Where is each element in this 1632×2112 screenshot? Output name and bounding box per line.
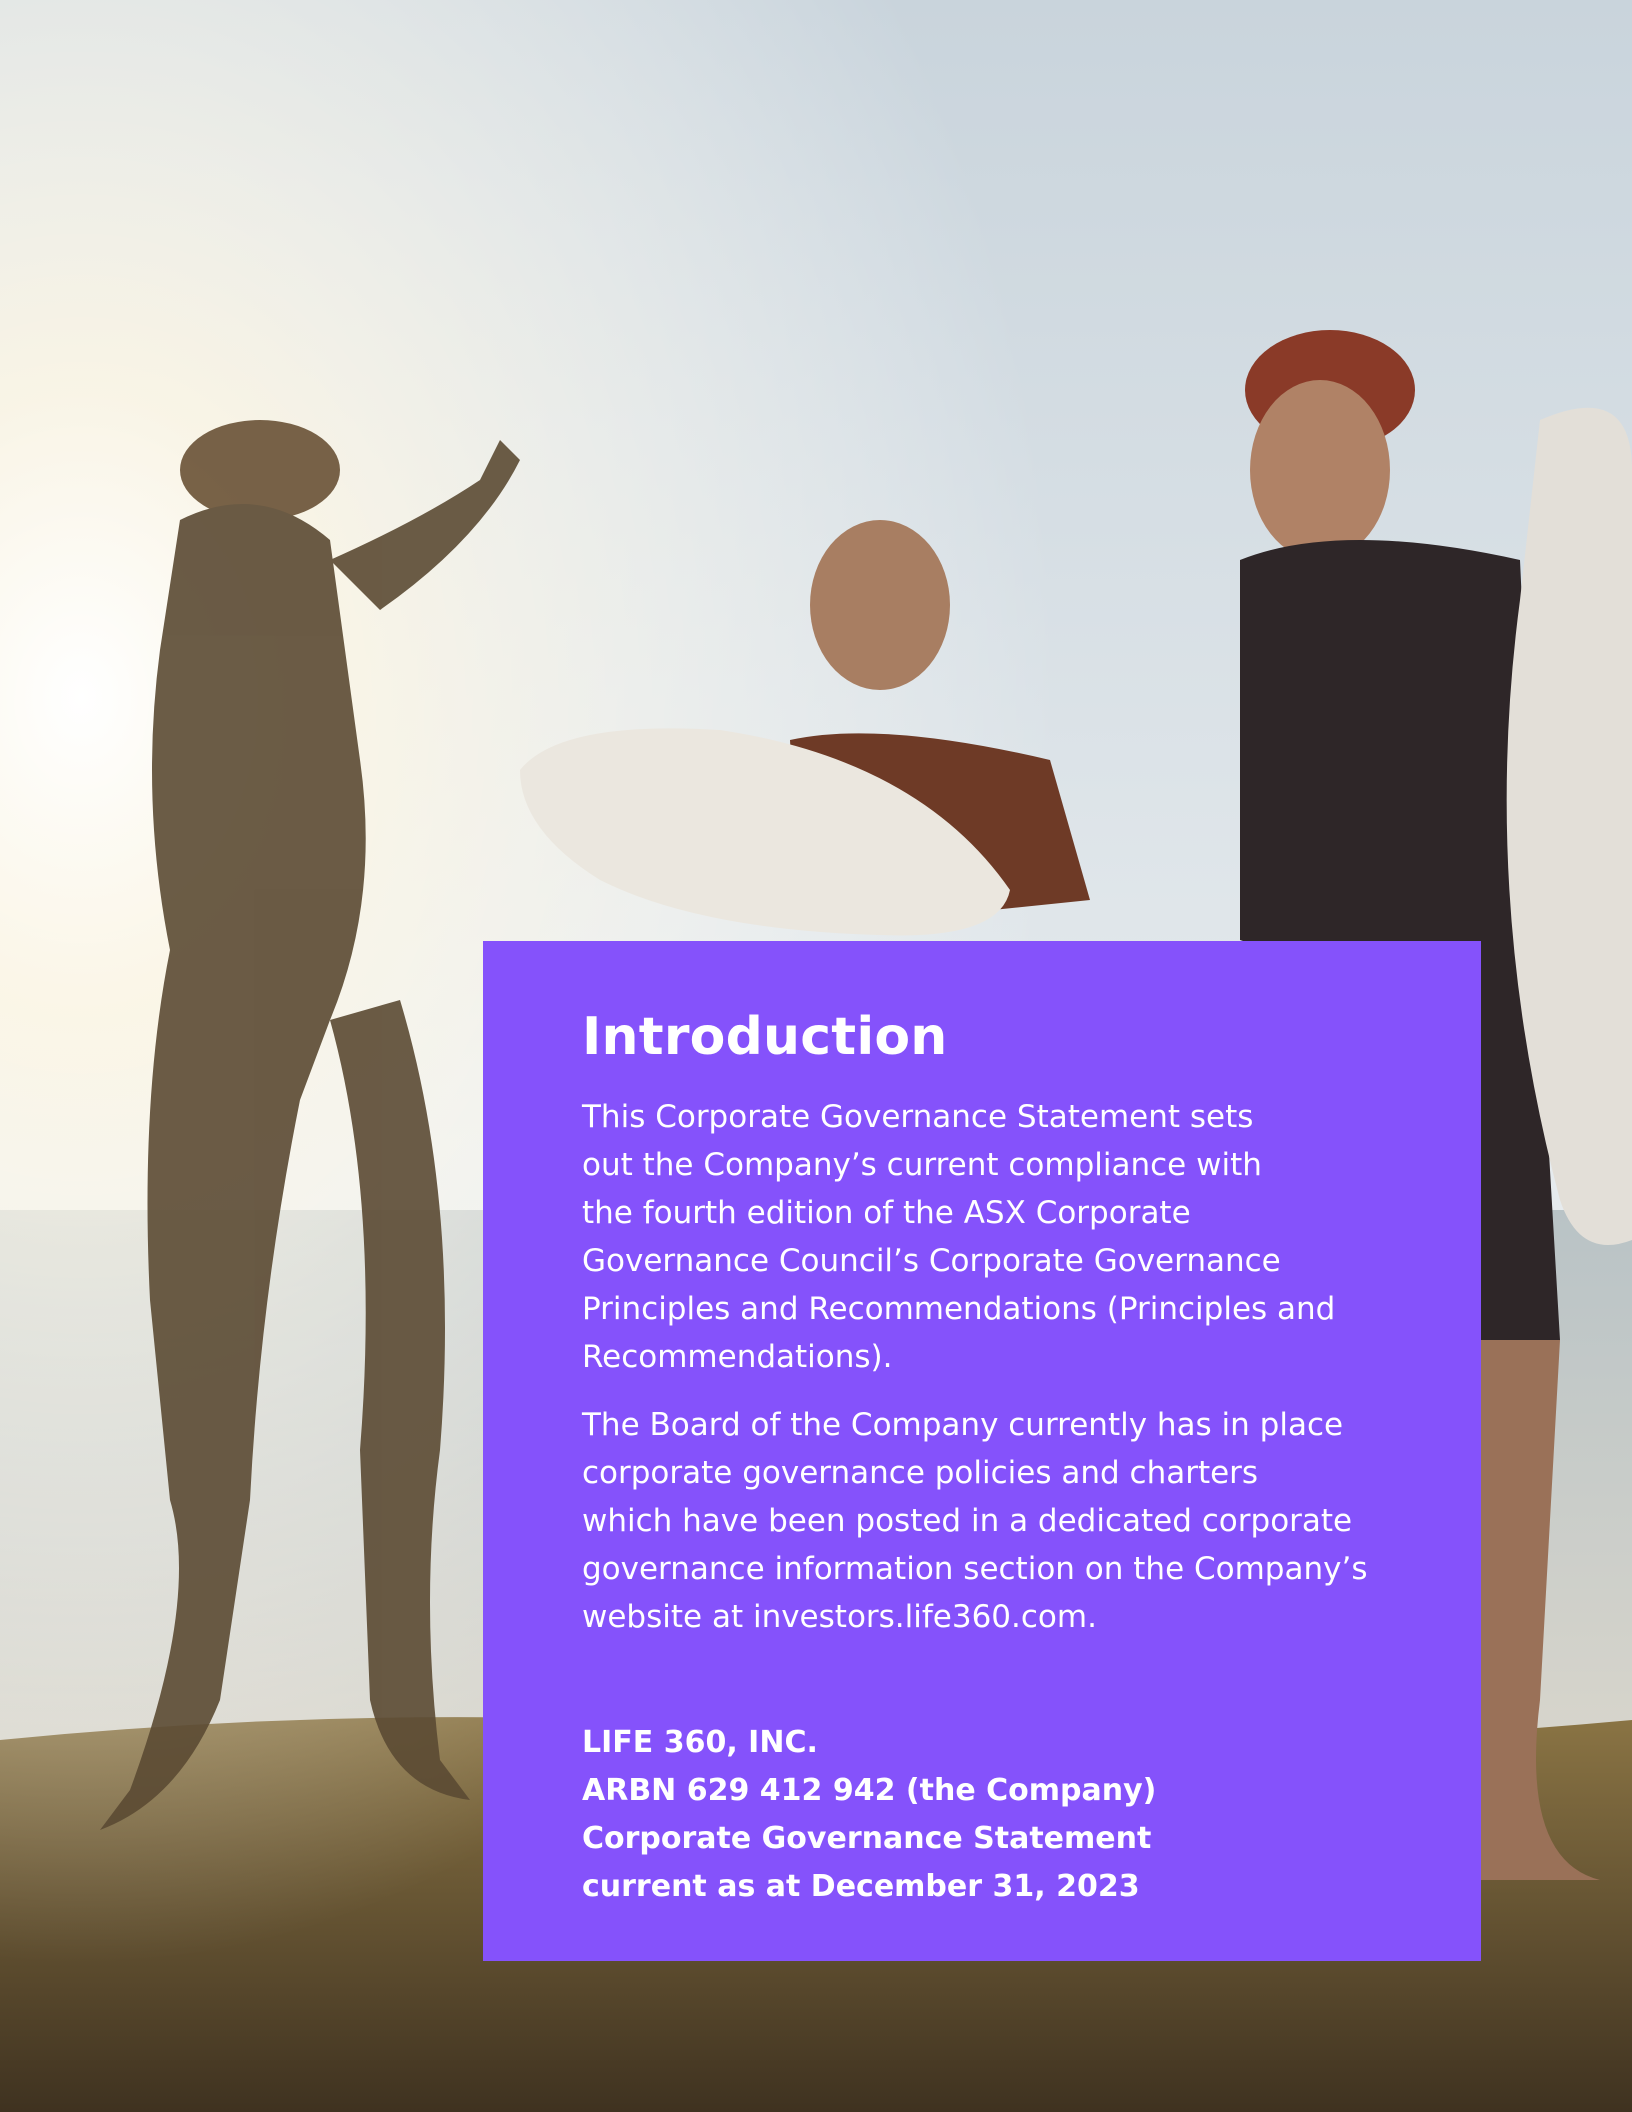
company-arbn: ARBN 629 412 942 (the Company) (582, 1773, 1157, 1808)
section-heading: Introduction (582, 1007, 948, 1067)
document-date: current as at December 31, 2023 (582, 1869, 1140, 1904)
introduction-panel: Introduction This Corporate Governance S… (483, 941, 1481, 1961)
company-name: LIFE 360, INC. (582, 1725, 818, 1760)
document-title: Corporate Governance Statement (582, 1821, 1152, 1856)
company-details: LIFE 360, INC. ARBN 629 412 942 (the Com… (582, 1719, 1156, 1911)
intro-paragraph-1: This Corporate Governance Statement sets… (582, 1099, 1336, 1375)
intro-paragraph-2: The Board of the Company currently has i… (582, 1407, 1368, 1635)
